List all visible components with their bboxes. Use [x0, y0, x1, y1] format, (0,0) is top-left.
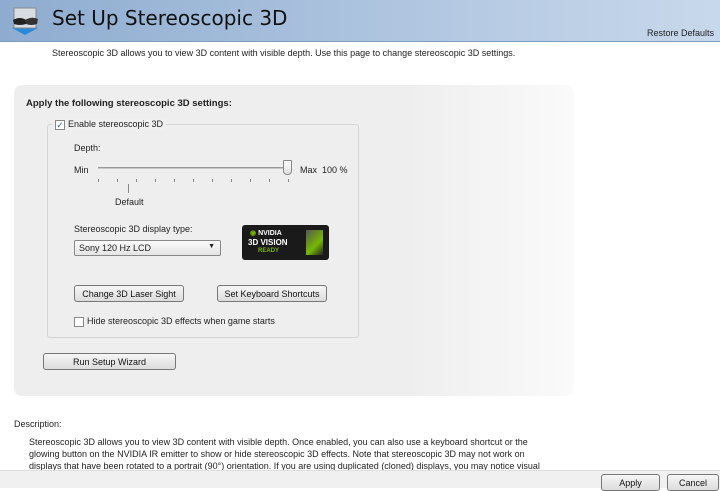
slider-tick	[155, 179, 156, 182]
logo-emblem-icon	[306, 230, 323, 255]
slider-tick	[174, 179, 175, 182]
run-setup-wizard-button[interactable]: Run Setup Wizard	[43, 353, 176, 370]
default-label: Default	[115, 197, 144, 207]
apply-button[interactable]: Apply	[601, 474, 660, 491]
page-subtitle: Stereoscopic 3D allows you to view 3D co…	[52, 48, 516, 58]
display-type-value: Sony 120 Hz LCD	[79, 243, 152, 253]
max-label: Max	[300, 165, 318, 175]
depth-slider-thumb[interactable]	[283, 160, 292, 175]
default-tick	[128, 184, 129, 193]
slider-tick	[98, 179, 99, 182]
nvidia-3d-vision-logo: ◉ NVIDIA 3D VISION READY	[242, 225, 329, 260]
slider-tick	[269, 179, 270, 182]
slider-tick	[231, 179, 232, 182]
footer-bar: Apply Cancel	[0, 470, 720, 491]
logo-line2: READY	[258, 248, 280, 254]
description-label: Description:	[14, 419, 62, 429]
min-label: Min	[74, 165, 89, 175]
slider-tick	[250, 179, 251, 182]
hide-effects-label: Hide stereoscopic 3D effects when game s…	[87, 316, 275, 326]
slider-tick	[117, 179, 118, 182]
logo-line1: 3D VISION	[248, 238, 288, 247]
change-laser-sight-button[interactable]: Change 3D Laser Sight	[74, 285, 184, 302]
slider-tick	[136, 179, 137, 182]
depth-value: 100 %	[322, 165, 348, 175]
display-type-label: Stereoscopic 3D display type:	[74, 224, 193, 234]
hide-effects-checkbox[interactable]: Hide stereoscopic 3D effects when game s…	[74, 316, 275, 327]
stereoscopic-3d-icon	[12, 7, 38, 35]
slider-tick	[288, 179, 289, 182]
display-type-dropdown[interactable]: Sony 120 Hz LCD ▼	[74, 240, 221, 256]
page-header: Set Up Stereoscopic 3D Restore Defaults	[0, 0, 720, 42]
slider-tick	[212, 179, 213, 182]
description-line: glowing button on the NVIDIA IR emitter …	[29, 449, 525, 459]
enable-label: Enable stereoscopic 3D	[68, 119, 164, 129]
depth-label: Depth:	[74, 143, 101, 153]
enable-stereoscopic-checkbox[interactable]: ✓ Enable stereoscopic 3D	[52, 119, 167, 130]
slider-tick	[193, 179, 194, 182]
description-line: Stereoscopic 3D allows you to view 3D co…	[29, 437, 528, 447]
logo-brand: NVIDIA	[258, 230, 282, 237]
cancel-button[interactable]: Cancel	[667, 474, 719, 491]
set-keyboard-shortcuts-button[interactable]: Set Keyboard Shortcuts	[217, 285, 327, 302]
settings-heading: Apply the following stereoscopic 3D sett…	[26, 98, 232, 109]
checkbox-unchecked-icon	[74, 316, 84, 327]
checkbox-checked-icon: ✓	[55, 119, 65, 130]
depth-slider-track[interactable]	[98, 167, 288, 169]
chevron-down-icon: ▼	[208, 243, 215, 250]
restore-defaults-link[interactable]: Restore Defaults	[647, 28, 714, 38]
page-title: Set Up Stereoscopic 3D	[52, 6, 288, 30]
